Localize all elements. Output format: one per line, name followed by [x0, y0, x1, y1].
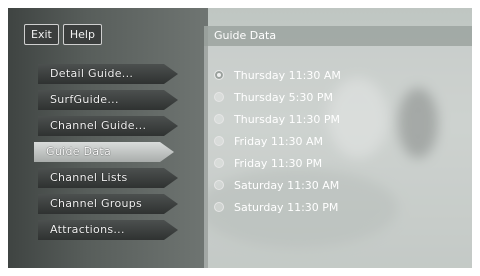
top-button-bar: Exit Help: [24, 24, 102, 45]
menu-item-channel-groups[interactable]: Channel Groups: [38, 194, 178, 214]
panel-title: Guide Data: [204, 26, 472, 46]
radio-icon[interactable]: [214, 202, 224, 212]
menu-item-guide-data[interactable]: Guide Data: [34, 142, 174, 162]
option-row[interactable]: Thursday 11:30 AM: [214, 66, 341, 84]
option-row[interactable]: Thursday 5:30 PM: [214, 88, 333, 106]
option-row[interactable]: Friday 11:30 AM: [214, 132, 323, 150]
guide-data-panel: Guide Data Thursday 11:30 AM Thursday 5:…: [204, 26, 472, 268]
menu-item-surfguide[interactable]: SurfGuide...: [38, 90, 178, 110]
menu-item-attractions[interactable]: Attractions...: [38, 220, 178, 240]
radio-icon[interactable]: [214, 114, 224, 124]
radio-icon[interactable]: [214, 158, 224, 168]
radio-icon[interactable]: [214, 180, 224, 190]
option-row[interactable]: Saturday 11:30 AM: [214, 176, 339, 194]
menu-item-channel-guide[interactable]: Channel Guide...: [38, 116, 178, 136]
tv-screen: Exit Help Detail Guide... SurfGuide... C…: [8, 8, 472, 268]
option-label: Thursday 11:30 AM: [234, 68, 341, 82]
radio-selected-icon[interactable]: [214, 70, 224, 80]
option-row[interactable]: Saturday 11:30 PM: [214, 198, 338, 216]
option-label: Friday 11:30 AM: [234, 134, 324, 148]
menu-item-channel-lists[interactable]: Channel Lists: [38, 168, 178, 188]
option-label: Saturday 11:30 PM: [234, 200, 339, 214]
option-label: Saturday 11:30 AM: [234, 178, 340, 192]
exit-button[interactable]: Exit: [24, 24, 59, 45]
radio-icon[interactable]: [214, 136, 224, 146]
option-row[interactable]: Thursday 11:30 PM: [214, 110, 340, 128]
help-button[interactable]: Help: [62, 24, 102, 45]
menu-item-detail-guide[interactable]: Detail Guide...: [38, 64, 178, 84]
radio-icon[interactable]: [214, 92, 224, 102]
option-label: Thursday 5:30 PM: [234, 90, 333, 104]
option-label: Thursday 11:30 PM: [234, 112, 340, 126]
option-row[interactable]: Friday 11:30 PM: [214, 154, 322, 172]
option-label: Friday 11:30 PM: [234, 156, 323, 170]
